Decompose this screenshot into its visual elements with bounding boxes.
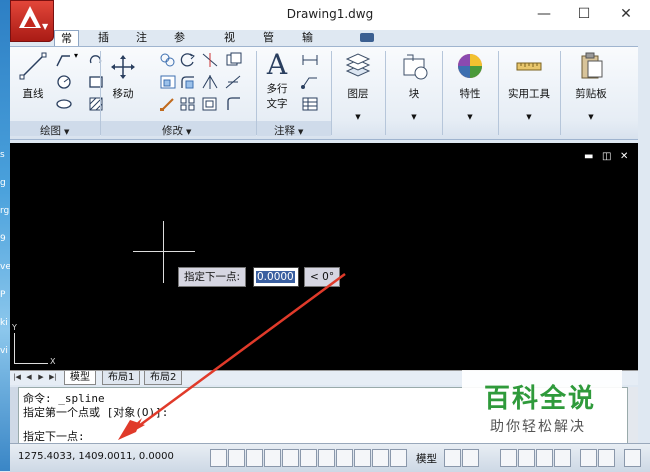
annotation-arrow: [118, 272, 346, 440]
